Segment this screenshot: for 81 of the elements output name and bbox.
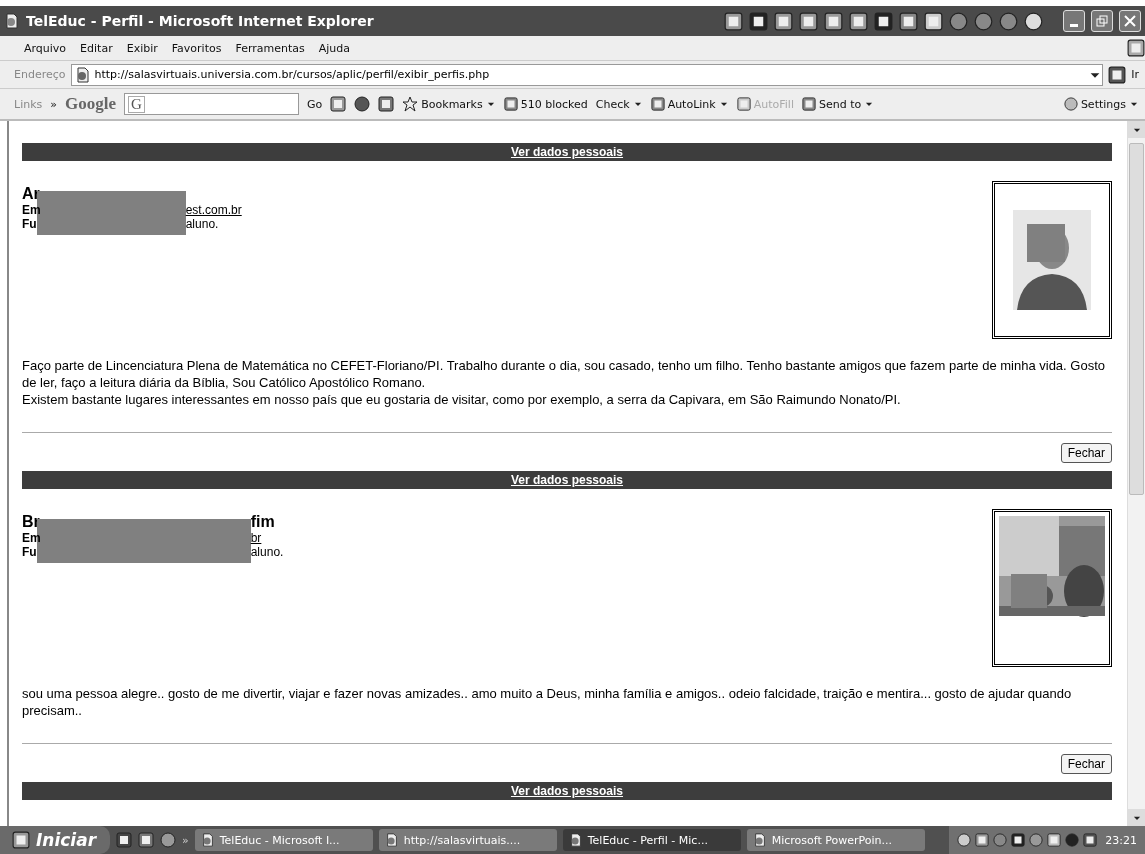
role-label: Fu xyxy=(22,545,38,559)
clock: 23:21 xyxy=(1105,833,1137,847)
profile-name: fim xyxy=(250,513,276,531)
toolbar-icon[interactable] xyxy=(650,97,665,111)
tray-icon[interactable] xyxy=(1047,833,1062,847)
toolbar-button[interactable]: Check xyxy=(595,97,643,111)
personal-data-link[interactable]: Ver dados pessoais xyxy=(510,145,624,159)
personal-data-link[interactable]: Ver dados pessoais xyxy=(510,473,624,487)
window-icon xyxy=(568,833,583,847)
tray-icon[interactable] xyxy=(975,833,990,847)
close-button[interactable] xyxy=(1119,10,1141,32)
email-link[interactable]: est.com.br xyxy=(185,203,242,217)
tray-icon[interactable] xyxy=(1011,833,1026,847)
email-link[interactable]: br xyxy=(250,531,284,545)
tray-app-icon[interactable] xyxy=(899,11,918,31)
tray-app-icon[interactable] xyxy=(774,11,793,31)
menu-item[interactable]: Favoritos xyxy=(165,39,228,57)
role-label: Fu xyxy=(22,217,38,231)
profile-name: Ar xyxy=(22,185,41,203)
search-logo: G xyxy=(128,95,145,113)
minimize-button[interactable] xyxy=(1063,10,1085,32)
menu-item[interactable]: Arquivo xyxy=(18,39,73,57)
role-value: aluno. xyxy=(185,217,220,231)
taskbar-button[interactable]: http://salasvirtuais.... xyxy=(378,829,557,851)
taskbar-button[interactable]: TelEduc - Microsoft I... xyxy=(194,829,373,851)
go-button[interactable]: Ir xyxy=(1131,68,1139,81)
toolbar-icon[interactable] xyxy=(503,97,518,111)
window-icon xyxy=(752,833,767,847)
toolbar-icon[interactable] xyxy=(801,97,816,111)
toolbar-button[interactable]: Bookmarks xyxy=(402,96,496,112)
circle-icon xyxy=(1063,97,1078,111)
go-button[interactable]: Go xyxy=(307,97,323,111)
close-button[interactable]: Fechar xyxy=(1060,754,1112,774)
taskbar-button[interactable]: Microsoft PowerPoin... xyxy=(746,829,925,851)
minimize-icon xyxy=(1070,23,1078,27)
email-label: Em xyxy=(22,203,41,217)
tray-app-icon[interactable] xyxy=(749,11,768,31)
google-logo: Google xyxy=(65,94,116,114)
menu-item[interactable]: Editar xyxy=(74,39,119,57)
email-label: Em xyxy=(22,531,41,545)
tray-app-icon[interactable] xyxy=(874,11,893,31)
role-value: aluno. xyxy=(250,545,284,559)
close-button[interactable]: Fechar xyxy=(1060,443,1112,463)
tray-app-icon[interactable] xyxy=(824,11,843,31)
scrollbar[interactable] xyxy=(1127,121,1145,826)
toolbar-button[interactable]: 510 blocked xyxy=(503,97,588,111)
toolbar-icon[interactable] xyxy=(330,96,347,112)
window-icon xyxy=(384,833,399,847)
quick-launch-icon[interactable] xyxy=(116,832,132,848)
window-title: TelEduc - Perfil - Microsoft Internet Explorer xyxy=(26,13,375,29)
tray-app-icon[interactable] xyxy=(1024,11,1043,31)
taskbar-button[interactable]: TelEduc - Perfil - Mic... xyxy=(562,829,741,851)
profile-name: Br xyxy=(22,513,41,531)
start-button[interactable]: Iniciar xyxy=(0,826,110,854)
quick-launch-icon[interactable] xyxy=(138,832,154,848)
restore-button[interactable] xyxy=(1091,10,1113,32)
star-icon[interactable] xyxy=(402,96,419,112)
tray-app-icon[interactable] xyxy=(924,11,943,31)
address-label: Endereço xyxy=(14,68,66,81)
close-icon xyxy=(1124,15,1136,27)
tray-app-icon[interactable] xyxy=(849,11,868,31)
tray-app-icon[interactable] xyxy=(724,11,743,31)
chevron-button[interactable]: » xyxy=(50,97,57,111)
menu-item[interactable]: Ferramentas xyxy=(229,39,311,57)
search-field[interactable]: G xyxy=(124,93,299,115)
tray-app-icon[interactable] xyxy=(799,11,818,31)
address-field[interactable]: http://salasvirtuais.universia.com.br/cursos/aplic/perfil/exibir_perfis.php xyxy=(70,63,1104,86)
profile-description: sou uma pessoa alegre.. gosto de me divertir, viajar e fazer novas amizades.. amo muito a Deus, minha família e amigos.. odeio falcidade, traição e mentira... gosto de ajudar quando precisam.. xyxy=(22,685,1073,719)
toolbar-icon[interactable] xyxy=(378,96,395,112)
tray-icon[interactable] xyxy=(1083,833,1098,847)
page-icon xyxy=(74,66,91,83)
restore-icon xyxy=(1096,15,1108,27)
personal-data-link[interactable]: Ver dados pessoais xyxy=(510,784,624,798)
chevron-button[interactable]: » xyxy=(182,833,189,847)
settings-button[interactable]: Settings xyxy=(1063,97,1139,111)
toolbar-button[interactable]: AutoLink xyxy=(650,97,729,111)
menu-item[interactable]: Ajuda xyxy=(312,39,357,57)
toolbar-button[interactable]: Send to xyxy=(801,97,875,111)
window-icon xyxy=(200,833,215,847)
menu-item[interactable]: Exibir xyxy=(120,39,164,57)
profile-description: Faço parte de Lincenciatura Plena de Matemática no CEFET-Floriano/PI. Trabalho durante o dia, sou casado, tenho um filho. Tenho bastante amigos que fazem parte de minha vida. Gosto de ler, faço a leitura diária da Bíblia, Sou Católico Apostólico Romano. Existem bastante lugares interessantes em nosso país que eu gostaria de visitar, como por exemplo, a serra da Capivara, em São Raimundo Nonato/PI. xyxy=(22,357,1106,408)
